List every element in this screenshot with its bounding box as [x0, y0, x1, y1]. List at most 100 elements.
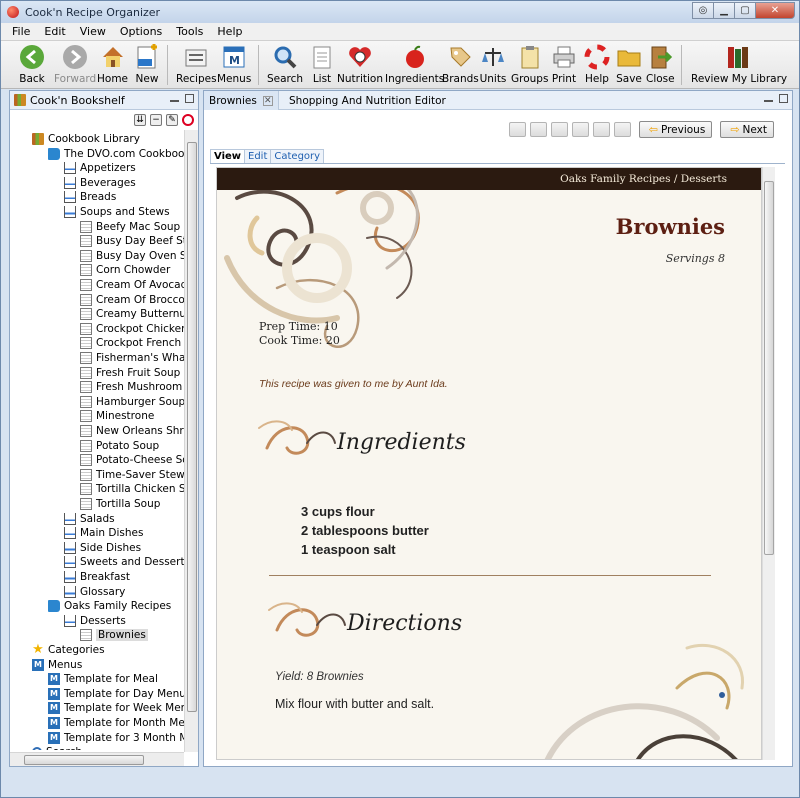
previous-button[interactable]: ⇦ Previous [638, 121, 713, 138]
tree-item[interactable]: Time-Saver Stew [80, 468, 184, 482]
ingredients-button[interactable]: Ingredients [385, 43, 444, 85]
tree-item[interactable]: Tortilla Soup [80, 497, 160, 511]
bookshelf-vertical-scrollbar[interactable] [184, 130, 198, 752]
tree-item[interactable]: Salads [64, 512, 115, 526]
tree-item[interactable]: Potato-Cheese Soup [80, 453, 184, 467]
tree-item[interactable]: Main Dishes [64, 526, 143, 540]
tree-item[interactable]: ★ Categories [32, 643, 104, 657]
menu-file[interactable]: File [5, 25, 37, 38]
close-tab-icon[interactable]: ✕ [262, 95, 273, 106]
panel-minimize-button[interactable] [764, 99, 773, 102]
collapse-all-icon[interactable]: ⇊ [134, 114, 146, 126]
tree-item[interactable]: M Template for Day Menu [48, 687, 184, 701]
panel-maximize-button[interactable] [185, 94, 194, 103]
tab-category[interactable]: Category [270, 149, 325, 163]
tree-item[interactable]: Cream Of Avocado S [80, 278, 184, 292]
next-button[interactable]: ⇨ Next [720, 121, 774, 138]
nutrition-button[interactable]: Nutrition [337, 43, 383, 85]
tree-item[interactable]: Fisherman's Wharf C [80, 351, 184, 365]
nav-small-button-4[interactable] [571, 122, 589, 137]
review-my-library-button[interactable]: Review My Library [691, 43, 787, 85]
tab-brownies[interactable]: Brownies ✕ [204, 91, 279, 110]
tree-item[interactable]: M Template for 3 Month Menu [48, 731, 184, 745]
tree-item[interactable]: Busy Day Beef Stew [80, 234, 184, 248]
new-button[interactable]: New [133, 43, 161, 85]
remove-icon[interactable]: − [150, 114, 162, 126]
nav-small-button-2[interactable] [529, 122, 547, 137]
tree-item[interactable]: Beverages [64, 176, 136, 190]
tree-item[interactable]: Breakfast [64, 570, 130, 584]
tree-item[interactable]: Beefy Mac Soup [80, 220, 180, 234]
tree-item[interactable]: Search [32, 745, 82, 750]
previous-arrow-icon: ⇦ [648, 123, 658, 136]
help-window-button[interactable]: ◎ [692, 2, 714, 19]
nav-small-button-6[interactable] [613, 122, 631, 137]
edit-icon[interactable]: ✎ [166, 114, 178, 126]
tree-item[interactable]: M Template for Meal [48, 672, 158, 686]
stop-icon[interactable] [182, 114, 194, 126]
tree-item-selected[interactable]: Brownies [80, 628, 148, 642]
tree-item[interactable]: Soups and Stews [64, 205, 170, 219]
bookshelf-tab[interactable]: Cook'n Bookshelf [10, 91, 198, 110]
nav-small-button-3[interactable] [550, 122, 568, 137]
save-button[interactable]: Save [615, 43, 643, 85]
recipe-scrollbar[interactable] [762, 167, 775, 760]
panel-minimize-button[interactable] [170, 99, 179, 102]
menu-view[interactable]: View [73, 25, 113, 38]
menu-edit[interactable]: Edit [37, 25, 72, 38]
tree-item[interactable]: Crockpot Chicken No [80, 322, 184, 336]
home-button[interactable]: Home [97, 43, 128, 85]
bookshelf-horizontal-scrollbar[interactable] [10, 752, 184, 766]
panel-maximize-button[interactable] [779, 94, 788, 103]
tree-item[interactable]: Corn Chowder [80, 263, 170, 277]
menu-help[interactable]: Help [210, 25, 249, 38]
tree-item[interactable]: New Orleans Shrimp [80, 424, 184, 438]
maximize-button[interactable]: ▢ [734, 2, 756, 19]
tree-item[interactable]: Fresh Mushroom Sou [80, 380, 184, 394]
tree-item-label: Soups and Stews [80, 206, 170, 218]
tree-item[interactable]: Potato Soup [80, 439, 159, 453]
tree-item[interactable]: Appetizers [64, 161, 136, 175]
nav-small-button-5[interactable] [592, 122, 610, 137]
groups-button[interactable]: Groups [511, 43, 548, 85]
tree-item[interactable]: Cookbook Library [32, 132, 140, 146]
tree-item[interactable]: Hamburger Soup [80, 395, 184, 409]
units-button[interactable]: Units [479, 43, 507, 85]
tab-view[interactable]: View [210, 149, 246, 163]
tab-edit[interactable]: Edit [244, 149, 272, 163]
tree-item[interactable]: Side Dishes [64, 541, 141, 555]
tree-item[interactable]: Minestrone [80, 409, 154, 423]
help-button[interactable]: Help [583, 43, 611, 85]
tree-item[interactable]: Cream Of Broccoli Sc [80, 293, 184, 307]
tree-item[interactable]: M Template for Week Menu [48, 701, 184, 715]
recipes-button[interactable]: Recipes [176, 43, 217, 85]
tree-item[interactable]: Fresh Fruit Soup [80, 366, 180, 380]
tree-item[interactable]: Busy Day Oven Stew [80, 249, 184, 263]
tree-item-label: Fresh Mushroom Sou [96, 381, 184, 394]
nav-small-button-1[interactable] [508, 122, 526, 137]
tree-item[interactable]: Glossary [64, 585, 125, 599]
close-window-button[interactable]: ✕ [755, 2, 795, 19]
list-button[interactable]: List [308, 43, 336, 85]
tree-item[interactable]: Crockpot French Oni [80, 336, 184, 350]
tree-item[interactable]: Desserts [64, 614, 126, 628]
menu-tools[interactable]: Tools [169, 25, 210, 38]
print-button[interactable]: Print [550, 43, 578, 85]
tree-item[interactable]: The DVO.com Cookbook [48, 147, 184, 161]
menus-button[interactable]: M Menus [217, 43, 251, 85]
brands-button[interactable]: Brands [442, 43, 479, 85]
close-button[interactable]: Close [646, 43, 675, 85]
tree-item[interactable]: M Menus [32, 658, 82, 672]
back-button[interactable]: Back [18, 43, 46, 85]
tree-item[interactable]: Tortilla Chicken Soup [80, 482, 184, 496]
menu-options[interactable]: Options [113, 25, 169, 38]
tree-item[interactable]: Creamy Butternut Sq [80, 307, 184, 321]
tree-item[interactable]: Sweets and Desserts [64, 555, 184, 569]
tree-item[interactable]: Oaks Family Recipes [48, 599, 171, 613]
search-button[interactable]: Search [267, 43, 303, 85]
tab-shopping-nutrition-editor[interactable]: Shopping And Nutrition Editor [284, 91, 451, 110]
minimize-button[interactable]: ▁ [713, 2, 735, 19]
tree-item[interactable]: Breads [64, 190, 116, 204]
forward-button[interactable]: Forward [54, 43, 96, 85]
tree-item[interactable]: M Template for Month Menu [48, 716, 184, 730]
